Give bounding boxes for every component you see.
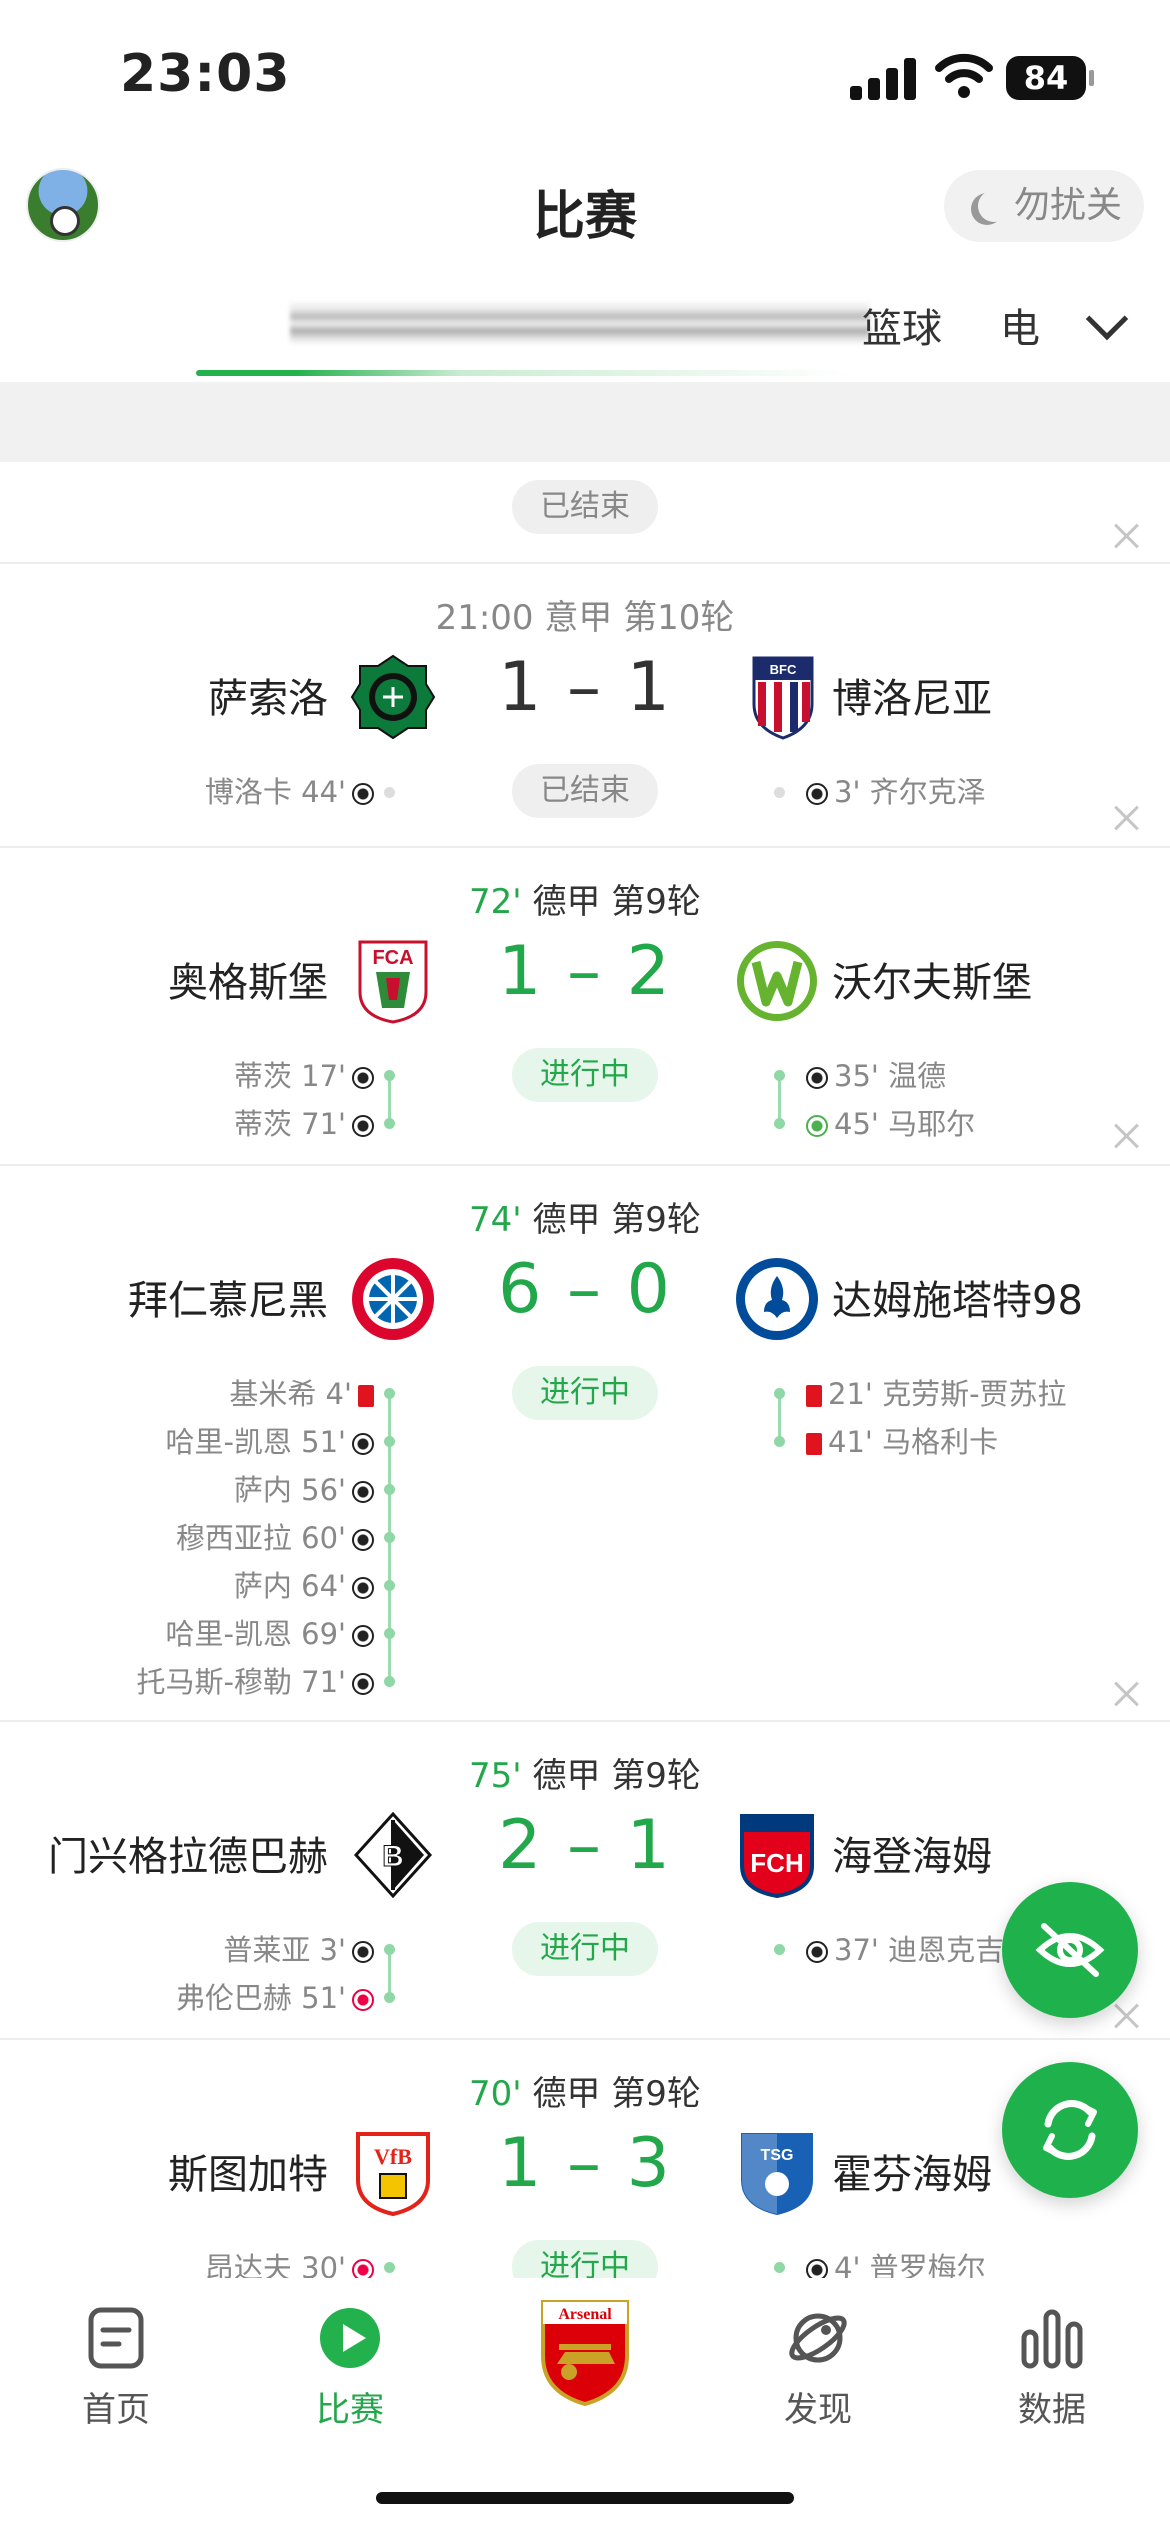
goal-icon xyxy=(352,1481,374,1503)
refresh-icon xyxy=(1043,2100,1097,2160)
goal-icon xyxy=(806,1067,828,1089)
heidenheim-crest-icon: FCH xyxy=(740,1814,814,1898)
match-card[interactable]: 75' 德甲 第9轮 门兴格拉德巴赫 B 2 – 1 FCH 海登海姆 进行中 … xyxy=(0,1722,1170,2040)
battery-indicator: 84 xyxy=(1006,56,1094,100)
planet-icon xyxy=(789,2313,847,2363)
match-meta: 74' 德甲 第9轮 xyxy=(469,1200,701,1240)
nav-team[interactable]: Arsenal xyxy=(505,2296,665,2412)
nav-home[interactable]: 首页 xyxy=(36,2306,196,2431)
top-header: 比赛 勿扰关 xyxy=(0,150,1170,270)
svg-text:TSG: TSG xyxy=(761,2147,794,2164)
goal-icon xyxy=(352,1673,374,1695)
away-team: 霍芬海姆 xyxy=(832,2152,992,2198)
goal-icon xyxy=(352,783,374,805)
match-card[interactable]: 74' 德甲 第9轮 拜仁慕尼黑 6 – 0 达姆施塔特98 进行中 基米希 4… xyxy=(0,1166,1170,1722)
match-minute: 72' xyxy=(469,882,522,922)
tab-esports[interactable]: 电 xyxy=(1000,296,1040,354)
dnd-label: 勿扰关 xyxy=(1014,185,1123,226)
svg-text:BFC: BFC xyxy=(770,662,797,677)
wolfsburg-crest-icon xyxy=(737,941,817,1021)
score: 1 – 1 xyxy=(498,648,672,727)
score: 2 – 1 xyxy=(498,1806,672,1885)
match-card[interactable]: 21:00 意甲 第10轮 萨索洛 1 – 1 BFC 博洛尼亚 已结束 博洛卡… xyxy=(0,564,1170,848)
away-events: 37' 迪恩克吉 xyxy=(800,1926,1004,1974)
match-minute: 74' xyxy=(469,1200,522,1240)
home-events: 普莱亚 3' 弗伦巴赫 51' xyxy=(176,1926,380,2022)
match-status-badge: 已结束 xyxy=(512,764,658,818)
moon-icon xyxy=(978,190,1010,222)
match-meta: 72' 德甲 第9轮 xyxy=(469,882,701,922)
goal-icon xyxy=(352,1941,374,1963)
wifi-icon xyxy=(935,53,993,98)
match-minute: 75' xyxy=(469,1756,522,1796)
event-item: 博洛卡 44' xyxy=(205,768,380,816)
chevron-down-icon[interactable] xyxy=(1085,297,1129,341)
match-status-badge: 进行中 xyxy=(512,1366,658,1420)
eye-off-icon xyxy=(1035,1923,1105,1977)
event-item: 3' 齐尔克泽 xyxy=(800,768,986,816)
match-card[interactable]: 72' 德甲 第9轮 奥格斯堡 FCA 1 – 2 沃尔夫斯堡 进行中 蒂茨 1… xyxy=(0,848,1170,1166)
match-meta: 75' 德甲 第9轮 xyxy=(469,1756,701,1796)
away-team: 海登海姆 xyxy=(832,1834,992,1880)
goal-icon xyxy=(806,783,828,805)
tabs-motion-blur xyxy=(290,300,870,356)
red-card-icon xyxy=(358,1385,374,1407)
away-events: 35' 温德 45' 马耶尔 xyxy=(800,1052,975,1148)
filter-band xyxy=(0,382,1170,462)
own-goal-icon xyxy=(352,1989,374,2011)
score: 1 – 3 xyxy=(498,2124,672,2203)
hoffenheim-crest-icon: TSG xyxy=(741,2133,813,2216)
play-icon xyxy=(320,2308,380,2368)
away-events: 21' 克劳斯-贾苏拉 41' 马格利卡 xyxy=(800,1370,1067,1466)
nav-matches[interactable]: 比赛 xyxy=(270,2306,430,2431)
arsenal-crest-icon: Arsenal xyxy=(541,2300,629,2407)
svg-text:FCH: FCH xyxy=(750,1848,803,1878)
close-icon[interactable] xyxy=(1112,1122,1140,1150)
goal-icon xyxy=(352,1577,374,1599)
group-header: 已结束 xyxy=(0,462,1170,564)
signal-icon xyxy=(850,58,920,100)
home-events: 蒂茨 17' 蒂茨 71' xyxy=(234,1052,380,1148)
home-doc-icon xyxy=(88,2307,144,2369)
goal-icon xyxy=(352,1433,374,1455)
bar-chart-icon xyxy=(1021,2309,1083,2369)
match-status-badge: 进行中 xyxy=(512,1922,658,1976)
home-events: 基米希 4' 哈里-凯恩 51' 萨内 56' 穆西亚拉 60' 萨内 64' … xyxy=(136,1370,380,1706)
darmstadt-crest-icon xyxy=(736,1258,818,1340)
red-card-icon xyxy=(806,1385,822,1407)
away-team: 达姆施塔特98 xyxy=(832,1278,1083,1324)
status-bar: 23:03 84 xyxy=(0,0,1170,150)
svg-text:Arsenal: Arsenal xyxy=(558,2306,612,2323)
away-team: 沃尔夫斯堡 xyxy=(832,960,1032,1006)
do-not-disturb-toggle[interactable]: 勿扰关 xyxy=(944,170,1144,242)
match-minute: 70' xyxy=(469,2074,522,2114)
bologna-crest-icon: BFC xyxy=(752,656,814,740)
away-team: 博洛尼亚 xyxy=(832,676,992,722)
close-icon[interactable] xyxy=(1112,522,1140,550)
home-indicator xyxy=(376,2492,794,2504)
goal-icon xyxy=(352,1115,374,1137)
match-meta: 70' 德甲 第9轮 xyxy=(469,2074,701,2114)
group-status-badge: 已结束 xyxy=(512,480,658,534)
close-icon[interactable] xyxy=(1112,804,1140,832)
category-tabs: 篮球 电 xyxy=(0,280,1170,380)
match-status-badge: 进行中 xyxy=(512,1048,658,1102)
goal-icon xyxy=(806,1941,828,1963)
nav-data[interactable]: 数据 xyxy=(972,2306,1132,2431)
match-meta: 21:00 意甲 第10轮 xyxy=(435,598,735,638)
tab-basketball[interactable]: 篮球 xyxy=(862,296,942,354)
home-events: 博洛卡 44' xyxy=(205,768,380,816)
hide-scores-button[interactable] xyxy=(1002,1882,1138,2018)
penalty-goal-icon xyxy=(806,1115,828,1137)
tab-active-indicator xyxy=(196,370,856,376)
goal-icon xyxy=(352,1625,374,1647)
goal-icon xyxy=(352,1529,374,1551)
close-icon[interactable] xyxy=(1112,1680,1140,1708)
goal-icon xyxy=(352,1067,374,1089)
red-card-icon xyxy=(806,1433,822,1455)
status-time: 23:03 xyxy=(120,44,291,104)
refresh-button[interactable] xyxy=(1002,2062,1138,2198)
away-events: 3' 齐尔克泽 xyxy=(800,768,986,816)
nav-discover[interactable]: 发现 xyxy=(738,2306,898,2431)
